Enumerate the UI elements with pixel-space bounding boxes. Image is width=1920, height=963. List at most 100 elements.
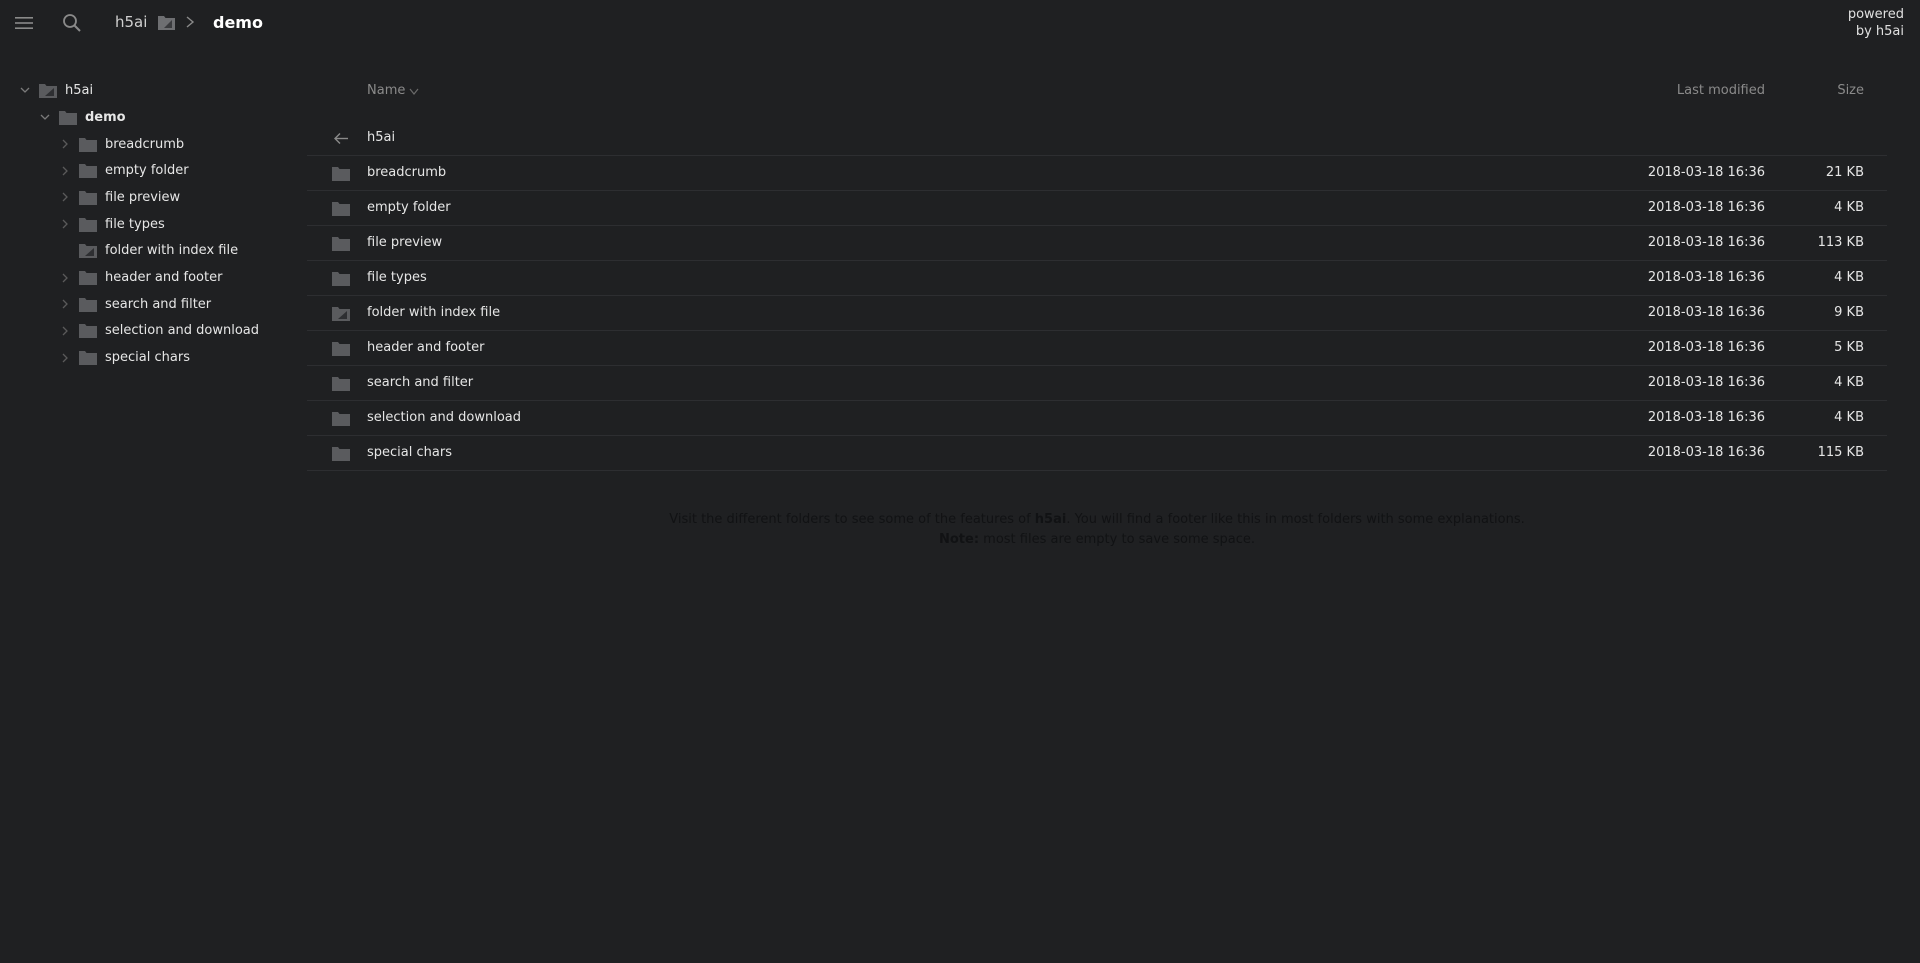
item-modified: 2018-03-18 16:36 bbox=[1647, 305, 1765, 320]
tree-item-label: search and filter bbox=[105, 296, 212, 312]
footer-text-2: . You will find a footer like this in mo… bbox=[1066, 512, 1525, 527]
list-row[interactable]: header and footer 2018-03-18 16:36 5 KB bbox=[307, 331, 1887, 366]
list-row[interactable]: empty folder 2018-03-18 16:36 4 KB bbox=[307, 191, 1887, 226]
breadcrumb-current[interactable]: demo bbox=[213, 13, 263, 32]
chevron-right-icon[interactable] bbox=[59, 352, 71, 364]
item-size: 9 KB bbox=[1834, 305, 1864, 320]
tree-item-header-and-footer[interactable]: header and footer bbox=[59, 266, 222, 290]
top-bar: h5ai demo powered by h5ai bbox=[0, 0, 1920, 46]
footer-text-3: most files are empty to save some space. bbox=[979, 532, 1256, 547]
folder-icon bbox=[79, 217, 97, 232]
chevron-right-icon[interactable] bbox=[59, 272, 71, 284]
folder-icon bbox=[79, 190, 97, 205]
item-size: 5 KB bbox=[1834, 340, 1864, 355]
tree-item-label: breadcrumb bbox=[105, 136, 185, 152]
tree-item-label: selection and download bbox=[105, 323, 260, 339]
tree-item-label: folder with index file bbox=[105, 243, 239, 259]
item-modified: 2018-03-18 16:36 bbox=[1647, 165, 1765, 180]
powered-by-link[interactable]: powered by h5ai bbox=[1848, 6, 1904, 40]
item-size: 4 KB bbox=[1834, 410, 1864, 425]
item-name: file preview bbox=[367, 235, 443, 250]
list-row[interactable]: breadcrumb 2018-03-18 16:36 21 KB bbox=[307, 156, 1887, 191]
chevron-down-icon[interactable] bbox=[19, 84, 31, 96]
tree-item-empty-folder[interactable]: empty folder bbox=[59, 159, 189, 183]
tree-item-special-chars[interactable]: special chars bbox=[59, 346, 190, 370]
footer-line-1: Visit the different folders to see some … bbox=[307, 510, 1887, 530]
item-size: 21 KB bbox=[1825, 165, 1864, 180]
powered-line-2: by h5ai bbox=[1855, 24, 1904, 39]
chevron-right-icon[interactable] bbox=[59, 218, 71, 230]
tree-item-breadcrumb[interactable]: breadcrumb bbox=[59, 132, 184, 156]
chevron-right-icon[interactable] bbox=[59, 298, 71, 310]
item-modified: 2018-03-18 16:36 bbox=[1647, 235, 1765, 250]
search-icon[interactable] bbox=[61, 12, 83, 34]
tree-item-search-and-filter[interactable]: search and filter bbox=[59, 292, 211, 316]
list-row[interactable]: folder with index file 2018-03-18 16:36 9 … bbox=[307, 296, 1887, 331]
item-size: 4 KB bbox=[1834, 375, 1864, 390]
item-name: file types bbox=[367, 270, 427, 285]
folder-icon bbox=[332, 342, 350, 356]
chevron-right-icon[interactable] bbox=[59, 191, 71, 203]
folder-icon bbox=[59, 110, 77, 125]
item-modified: 2018-03-18 16:36 bbox=[1647, 270, 1765, 285]
back-arrow-icon bbox=[334, 133, 348, 144]
parent-folder-label: h5ai bbox=[367, 130, 396, 145]
item-size: 113 KB bbox=[1817, 235, 1864, 250]
header-name[interactable]: Name bbox=[367, 83, 405, 98]
tree-item-label: file preview bbox=[105, 189, 181, 205]
chevron-down-icon[interactable] bbox=[39, 111, 51, 123]
tree-item-root[interactable]: h5ai bbox=[19, 78, 93, 102]
tree-item-folder-with-index-file[interactable]: folder with index file bbox=[59, 239, 238, 263]
tree-item-file-types[interactable]: file types bbox=[59, 212, 165, 236]
footer-note: Visit the different folders to see some … bbox=[307, 510, 1887, 550]
folder-icon bbox=[332, 377, 350, 391]
list-row[interactable]: selection and download 2018-03-18 16:36 4 … bbox=[307, 401, 1887, 436]
tree-item-file-preview[interactable]: file preview bbox=[59, 185, 180, 209]
tree-item-demo[interactable]: demo bbox=[39, 105, 126, 129]
header-size[interactable]: Size bbox=[1837, 83, 1864, 98]
folder-icon bbox=[79, 324, 97, 339]
menu-icon[interactable] bbox=[13, 12, 35, 34]
folder-icon bbox=[79, 271, 97, 285]
header-last-modified[interactable]: Last modified bbox=[1677, 83, 1765, 98]
list-row[interactable]: search and filter 2018-03-18 16:36 4 KB bbox=[307, 366, 1887, 401]
list-header: Name Last modified Size bbox=[307, 82, 1887, 102]
parent-folder-row[interactable]: h5ai bbox=[307, 121, 1887, 156]
folder-icon bbox=[332, 167, 350, 181]
item-name: selection and download bbox=[367, 410, 522, 425]
chevron-right-icon[interactable] bbox=[59, 325, 71, 337]
tree-item-label: demo bbox=[85, 109, 126, 125]
list-row[interactable]: special chars 2018-03-18 16:36 115 KB bbox=[307, 436, 1887, 471]
item-modified: 2018-03-18 16:36 bbox=[1647, 200, 1765, 215]
item-modified: 2018-03-18 16:36 bbox=[1647, 375, 1765, 390]
folder-icon bbox=[332, 272, 350, 286]
chevron-right-icon[interactable] bbox=[59, 165, 71, 177]
breadcrumb-root[interactable]: h5ai bbox=[115, 13, 147, 31]
chevron-right-icon bbox=[186, 16, 195, 28]
folder-index-icon bbox=[158, 16, 175, 30]
chevron-right-icon[interactable] bbox=[59, 138, 71, 150]
item-modified: 2018-03-18 16:36 bbox=[1647, 445, 1765, 460]
tree-item-label: empty folder bbox=[105, 163, 189, 179]
footer-line-2: Note: most files are empty to save some … bbox=[307, 530, 1887, 550]
folder-icon bbox=[79, 137, 97, 152]
folder-icon bbox=[332, 412, 350, 426]
folder-icon bbox=[79, 297, 97, 312]
tree-item-label: h5ai bbox=[65, 82, 94, 98]
item-modified: 2018-03-18 16:36 bbox=[1647, 340, 1765, 355]
tree-item-selection-and-download[interactable]: selection and download bbox=[59, 319, 259, 343]
item-modified: 2018-03-18 16:36 bbox=[1647, 410, 1765, 425]
tree-item-label: special chars bbox=[105, 350, 190, 366]
footer-text-1: Visit the different folders to see some … bbox=[669, 512, 1035, 527]
item-size: 4 KB bbox=[1834, 270, 1864, 285]
folder-index-icon bbox=[332, 307, 350, 321]
item-size: 4 KB bbox=[1834, 200, 1864, 215]
list-row[interactable]: file preview 2018-03-18 16:36 113 KB bbox=[307, 226, 1887, 261]
item-name: header and footer bbox=[367, 340, 485, 355]
item-name: special chars bbox=[367, 445, 452, 460]
footer-bold-h5ai: h5ai bbox=[1034, 512, 1067, 527]
tree-item-label: header and footer bbox=[105, 270, 223, 285]
list-row[interactable]: file types 2018-03-18 16:36 4 KB bbox=[307, 261, 1887, 296]
folder-icon bbox=[332, 237, 350, 251]
footer-note-label: Note: bbox=[938, 532, 980, 547]
